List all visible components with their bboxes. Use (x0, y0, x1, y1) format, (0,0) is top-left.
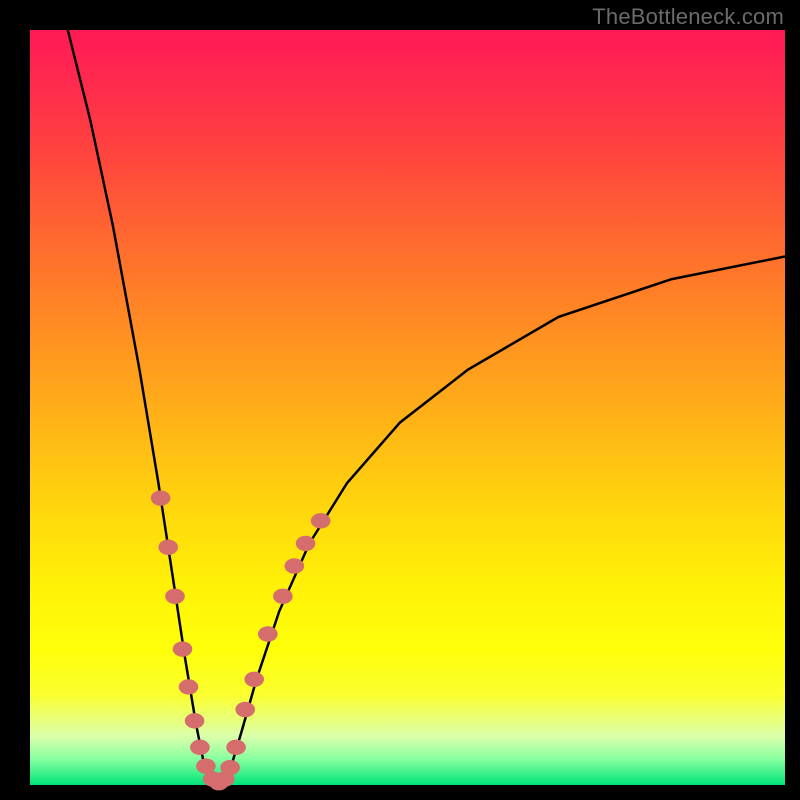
chart-frame: TheBottleneck.com (0, 0, 800, 800)
data-marker (158, 540, 178, 555)
data-marker (244, 672, 264, 687)
curve-left-branch (68, 30, 219, 785)
data-marker (220, 760, 240, 775)
curve-layer (30, 30, 785, 785)
data-marker (151, 490, 171, 505)
plot-area (30, 30, 785, 785)
data-marker (258, 626, 278, 641)
data-marker (165, 589, 185, 604)
data-marker (173, 641, 193, 656)
watermark-text: TheBottleneck.com (592, 4, 784, 30)
data-marker (226, 740, 246, 755)
data-marker (179, 679, 199, 694)
data-marker (285, 558, 305, 573)
data-marker (273, 589, 293, 604)
data-marker (296, 536, 316, 551)
marker-group (151, 490, 331, 790)
data-marker (190, 740, 210, 755)
data-marker (185, 713, 205, 728)
data-marker (311, 513, 331, 528)
curve-right-branch (219, 257, 785, 786)
data-marker (235, 702, 255, 717)
